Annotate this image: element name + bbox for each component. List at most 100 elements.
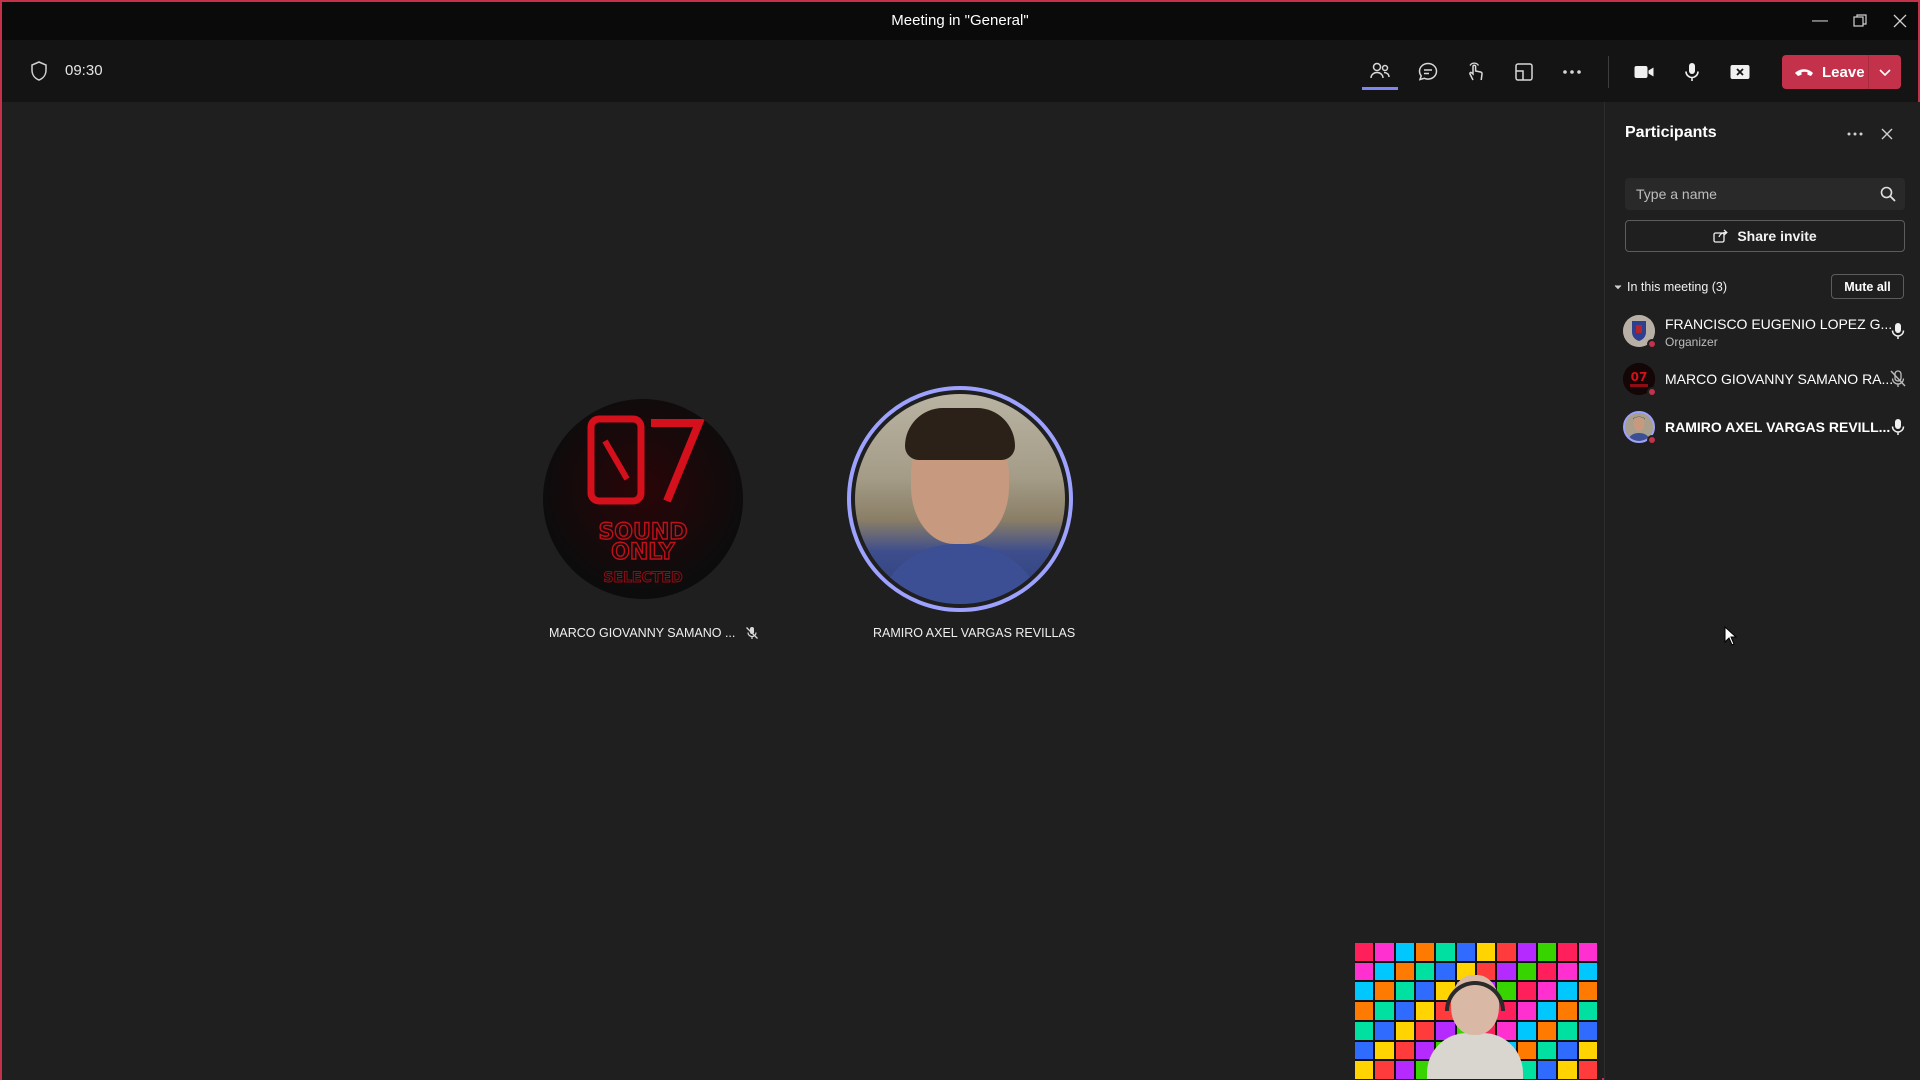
- background-cube: [1538, 1002, 1557, 1020]
- background-cube: [1375, 962, 1394, 981]
- share-invite-button[interactable]: Share invite: [1625, 220, 1905, 252]
- meeting-toolbar: 09:30 Leave: [2, 40, 1918, 102]
- participant-search: [1625, 178, 1905, 210]
- participant-name: FRANCISCO EUGENIO LOPEZ G...: [1665, 316, 1893, 332]
- mouse-cursor-icon: [1724, 626, 1738, 646]
- toolbar-divider: [1608, 56, 1609, 88]
- window-title: Meeting in "General": [891, 12, 1029, 29]
- more-actions-button[interactable]: [1554, 54, 1590, 90]
- background-cube: [1538, 1021, 1557, 1040]
- chevron-down-icon: [1614, 285, 1622, 290]
- reactions-icon: [1469, 62, 1483, 81]
- meeting-stage: [2, 102, 1602, 1080]
- reactions-button[interactable]: [1458, 54, 1494, 90]
- background-cube: [1355, 1002, 1374, 1020]
- background-cube: [1538, 1041, 1557, 1060]
- background-cube: [1395, 1061, 1414, 1079]
- teams-meeting-window: Meeting in "General" — 09:30 Leave SOUND…: [0, 0, 1920, 1080]
- background-cube: [1558, 1061, 1577, 1079]
- mic-off-icon[interactable]: [1889, 369, 1907, 389]
- svg-text:ONLY: ONLY: [611, 540, 676, 565]
- participant-tile-name-marco: MARCO GIOVANNY SAMANO ...: [549, 626, 759, 640]
- panel-close-button[interactable]: [1873, 120, 1901, 148]
- background-cube: [1578, 1002, 1597, 1020]
- more-icon: [1847, 132, 1863, 136]
- background-cube: [1538, 982, 1557, 1001]
- participants-toggle-button[interactable]: [1362, 54, 1398, 90]
- breakout-rooms-button[interactable]: [1506, 54, 1542, 90]
- background-cube: [1375, 1021, 1394, 1040]
- minimize-button[interactable]: —: [1800, 2, 1840, 40]
- background-cube: [1538, 943, 1557, 961]
- participant-name: MARCO GIOVANNY SAMANO RA...: [1665, 371, 1894, 387]
- chevron-down-icon: [1879, 69, 1891, 77]
- tile-name: MARCO GIOVANNY SAMANO ...: [549, 626, 736, 640]
- chat-button[interactable]: [1410, 54, 1446, 90]
- background-cube: [1538, 1061, 1557, 1079]
- people-icon: [1370, 62, 1390, 78]
- background-cube: [1558, 962, 1577, 981]
- background-cube: [1497, 943, 1516, 961]
- background-cube: [1517, 1021, 1536, 1040]
- background-cube: [1558, 1041, 1577, 1060]
- mic-icon[interactable]: [1889, 321, 1907, 341]
- camera-button[interactable]: [1626, 54, 1662, 90]
- self-view-person: [1427, 975, 1523, 1079]
- stop-sharing-button[interactable]: [1722, 54, 1758, 90]
- search-icon[interactable]: [1879, 185, 1897, 203]
- background-cube: [1578, 1021, 1597, 1040]
- background-cube: [1517, 943, 1536, 961]
- in-meeting-section-toggle[interactable]: In this meeting (3): [1613, 280, 1727, 294]
- background-cube: [1578, 943, 1597, 961]
- background-cube: [1517, 982, 1536, 1001]
- mic-icon[interactable]: [1889, 417, 1907, 437]
- background-cube: [1395, 1002, 1414, 1020]
- background-cube: [1517, 1041, 1536, 1060]
- mic-icon: [1685, 63, 1699, 81]
- leave-options-button[interactable]: [1869, 55, 1901, 89]
- background-cube: [1578, 1041, 1597, 1060]
- background-cube: [1578, 1061, 1597, 1079]
- background-cube: [1395, 1041, 1414, 1060]
- background-cube: [1375, 982, 1394, 1001]
- leave-button[interactable]: Leave: [1782, 55, 1868, 89]
- participant-row[interactable]: 07 MARCO GIOVANNY SAMANO RA...: [1605, 356, 1920, 402]
- title-bar: Meeting in "General" —: [2, 2, 1918, 40]
- background-cube: [1558, 1002, 1577, 1020]
- presence-badge: [1647, 387, 1657, 397]
- restore-button[interactable]: [1840, 2, 1880, 40]
- participant-row[interactable]: RAMIRO AXEL VARGAS REVILL...: [1605, 404, 1920, 450]
- more-icon: [1563, 70, 1581, 74]
- participant-tile-avatar-ramiro[interactable]: [847, 386, 1073, 612]
- microphone-button[interactable]: [1674, 54, 1710, 90]
- self-view-video[interactable]: [1355, 943, 1597, 1079]
- participant-role: Organizer: [1665, 335, 1718, 349]
- background-cube: [1395, 962, 1414, 981]
- camera-icon: [1634, 66, 1654, 78]
- background-cube: [1538, 962, 1557, 981]
- close-icon: [1881, 128, 1893, 140]
- background-cube: [1355, 962, 1374, 981]
- background-cube: [1355, 1061, 1374, 1079]
- self-view-body: [1427, 1033, 1523, 1079]
- shield-icon: [31, 61, 47, 81]
- background-cube: [1375, 1061, 1394, 1079]
- participant-tile-avatar-marco[interactable]: SOUND ONLY SELECTED: [543, 399, 743, 599]
- chat-icon: [1418, 62, 1438, 81]
- photo-shirt: [875, 544, 1045, 604]
- rooms-icon: [1515, 63, 1533, 81]
- background-cube: [1578, 982, 1597, 1001]
- participant-search-input[interactable]: [1625, 178, 1865, 210]
- close-window-button[interactable]: [1880, 2, 1920, 40]
- panel-more-button[interactable]: [1841, 120, 1869, 148]
- mute-all-button[interactable]: Mute all: [1831, 274, 1904, 299]
- background-cube: [1517, 1002, 1536, 1020]
- meeting-timer: 09:30: [65, 62, 103, 79]
- background-cube: [1395, 982, 1414, 1001]
- participant-row[interactable]: FRANCISCO EUGENIO LOPEZ G... Organizer: [1605, 308, 1920, 354]
- participant-name: RAMIRO AXEL VARGAS REVILL...: [1665, 419, 1891, 435]
- background-cube: [1416, 982, 1435, 1001]
- photo-hair: [905, 408, 1015, 460]
- background-cube: [1416, 1021, 1435, 1040]
- svg-text:SELECTED: SELECTED: [603, 570, 682, 586]
